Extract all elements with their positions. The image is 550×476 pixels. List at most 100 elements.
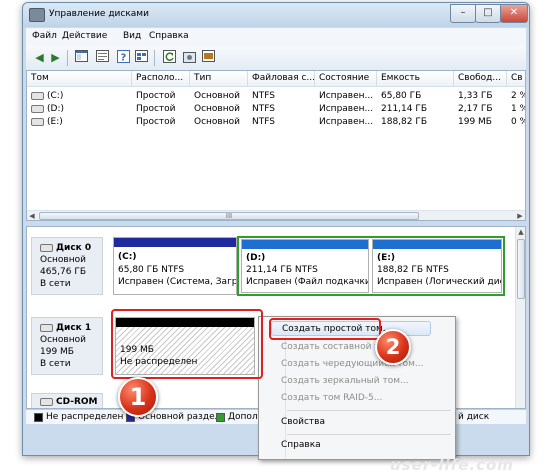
table-cell: 2,17 ГБ — [458, 104, 493, 114]
table-cell: (E:) — [47, 117, 63, 127]
callout-badge-2: 2 — [375, 329, 411, 365]
table-row[interactable]: (E:) — [27, 116, 132, 128]
scrollbar-thumb[interactable]: III — [39, 212, 419, 220]
partition-label: (E:) — [377, 253, 395, 263]
menu-help[interactable]: Справка — [149, 31, 189, 41]
table-cell: Простой — [136, 104, 176, 114]
column-header-free[interactable]: Свобод... — [454, 71, 507, 87]
table-cell: 2 % — [511, 91, 525, 101]
column-header-filesystem[interactable]: Файловая с... — [248, 71, 315, 87]
back-arrow-icon[interactable]: ◀ — [32, 50, 47, 65]
menu-separator — [287, 410, 451, 411]
partition-e[interactable]: (E:) 188,82 ГБ NTFS Исправен (Логический… — [372, 239, 502, 293]
menu-item-properties[interactable]: Свойства — [281, 415, 325, 430]
minimize-button[interactable]: – — [450, 4, 476, 23]
menu-file[interactable]: Файл — [32, 31, 57, 41]
table-cell: 1,33 ГБ — [458, 91, 493, 101]
column-header-capacity[interactable]: Емкость — [377, 71, 454, 87]
table-cell: 199 МБ — [458, 117, 492, 127]
legend-extended: Допол — [228, 412, 258, 422]
table-row[interactable]: (C:) — [27, 90, 132, 102]
table-cell: Простой — [136, 117, 176, 127]
toolbar-separator — [154, 50, 155, 66]
close-button[interactable]: ✕ — [500, 4, 528, 23]
disk-name: Диск 1 — [56, 323, 92, 333]
window-title: Управление дисками — [49, 9, 149, 19]
primary-partition-stripe — [114, 238, 236, 247]
column-header-free-percent[interactable]: Св — [507, 71, 525, 87]
table-cell: NTFS — [252, 91, 275, 101]
disk-size: 199 МБ — [40, 347, 74, 357]
table-cell: Простой — [136, 91, 176, 101]
column-header-type[interactable]: Тип — [190, 71, 248, 87]
disk-icon[interactable] — [201, 50, 216, 65]
callout-badge-1: 1 — [118, 377, 158, 417]
logical-drive-stripe — [242, 240, 368, 249]
table-cell: Основной — [194, 104, 240, 114]
partition-c[interactable]: (C:) 65,80 ГБ NTFS Исправен (Система, За… — [113, 237, 237, 295]
partition-status: Исправен (Система, Загр — [118, 277, 237, 287]
settings-icon[interactable] — [182, 50, 197, 65]
table-row[interactable]: (D:) — [27, 103, 132, 115]
vertical-scrollbar[interactable]: ▲ — [515, 227, 525, 408]
column-header-layout[interactable]: Располо... — [132, 71, 190, 87]
menu-action[interactable]: Действие — [62, 31, 107, 41]
partition-fs: 188,82 ГБ NTFS — [377, 265, 449, 275]
table-cell: 65,80 ГБ — [381, 91, 422, 101]
table-cell: Основной — [194, 117, 240, 127]
column-header-status[interactable]: Состояние — [315, 71, 377, 87]
view-icon[interactable] — [134, 50, 149, 65]
toolbar: ◀ ▶ ? — [26, 46, 526, 71]
scroll-right-icon[interactable]: ▶ — [515, 211, 525, 220]
properties-icon[interactable] — [95, 50, 110, 65]
column-header-volume[interactable]: Том — [27, 71, 132, 87]
disk-1-label[interactable]: Диск 1 Основной 199 МБ В сети — [31, 317, 103, 375]
cdrom-0-label[interactable]: CD-ROM 0 — [31, 393, 103, 408]
volume-list: Том Располо... Тип Файловая с... Состоян… — [26, 70, 526, 221]
menu-item-create-mirrored-volume[interactable]: Создать зеркальный том... — [281, 374, 409, 389]
refresh-icon[interactable] — [162, 50, 177, 65]
forward-arrow-icon[interactable]: ▶ — [48, 50, 63, 65]
table-cell: 211,14 ГБ — [381, 104, 428, 114]
table-cell: NTFS — [252, 104, 275, 114]
disk-0-label[interactable]: Диск 0 Основной 465,76 ГБ В сети — [31, 237, 103, 295]
menu-item-create-raid5-volume[interactable]: Создать том RAID-5... — [281, 391, 382, 406]
volume-icon — [31, 117, 44, 126]
scroll-left-icon[interactable]: ◀ — [27, 211, 37, 220]
disk-type: Основной — [40, 335, 86, 345]
table-cell: Основной — [194, 91, 240, 101]
disk-drive-icon — [40, 323, 53, 332]
svg-text:?: ? — [121, 53, 127, 64]
title-bar: Управление дисками – □ ✕ — [23, 3, 529, 27]
scrollbar-thumb[interactable] — [517, 239, 525, 299]
table-cell: 188,82 ГБ — [381, 117, 428, 127]
volume-icon — [31, 91, 44, 100]
table-cell: Исправен... — [319, 117, 374, 127]
partition-status: Исправен (Файл подкачки, — [246, 277, 369, 287]
partition-label: (D:) — [246, 253, 266, 263]
partition-fs: 211,14 ГБ NTFS — [246, 265, 318, 275]
legend-unallocated: Не распределен — [46, 412, 124, 422]
menu-bar: Файл Действие Вид Справка — [26, 28, 526, 46]
menu-view[interactable]: Вид — [123, 31, 141, 41]
horizontal-scrollbar[interactable]: ◀ III ▶ — [27, 210, 525, 220]
disk-type: Основной — [40, 255, 86, 265]
table-cell: 0 % — [511, 117, 525, 127]
volume-icon — [31, 104, 44, 113]
scroll-up-icon[interactable]: ▲ — [516, 227, 525, 237]
partition-fs: 65,80 ГБ NTFS — [118, 265, 185, 275]
disk-management-icon — [29, 8, 45, 22]
partition-label: (C:) — [118, 252, 137, 262]
disk-name: Диск 0 — [56, 243, 92, 253]
watermark: user-life.com — [390, 456, 514, 474]
table-cell: 1 % — [511, 104, 525, 114]
maximize-button[interactable]: □ — [475, 4, 501, 23]
table-cell: Исправен... — [319, 104, 374, 114]
legend-primary: Основной раздел — [138, 412, 221, 422]
help-icon[interactable]: ? — [116, 50, 131, 65]
menu-item-help[interactable]: Справка — [281, 438, 321, 453]
partition-d[interactable]: (D:) 211,14 ГБ NTFS Исправен (Файл подка… — [241, 239, 369, 293]
console-tree-icon[interactable] — [74, 50, 89, 65]
legend-unallocated-swatch — [34, 413, 43, 422]
legend-extended-swatch — [216, 413, 225, 422]
